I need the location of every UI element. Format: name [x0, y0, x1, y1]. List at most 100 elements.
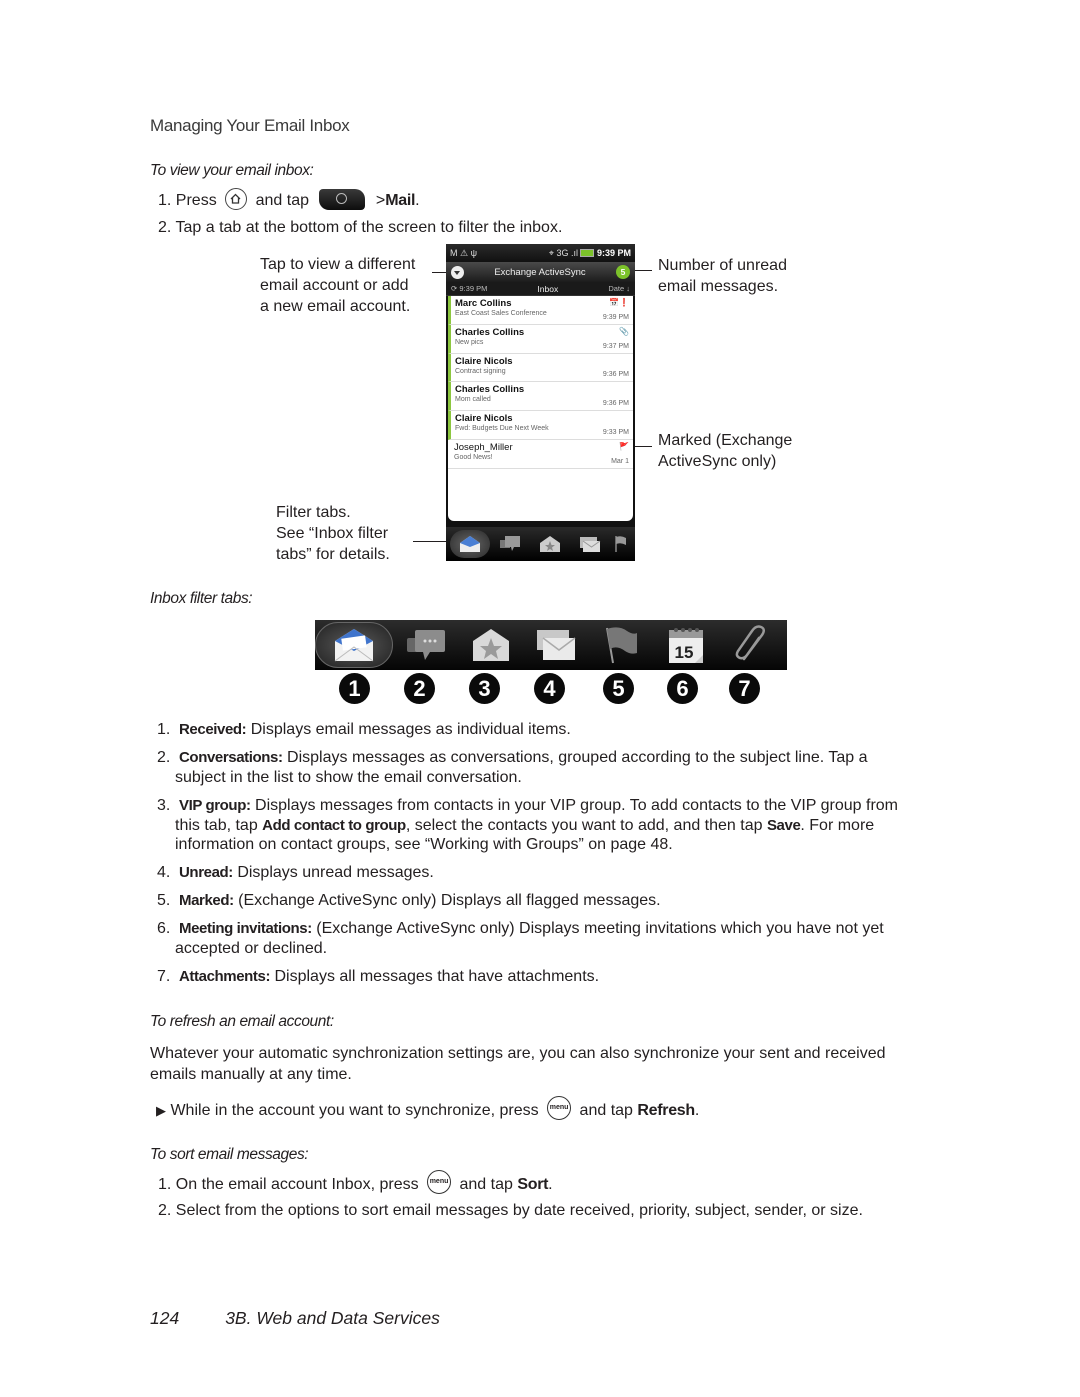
tab-number-badge: 2	[404, 673, 435, 704]
message-row[interactable]: Charles Collins New pics 📎 9:37 PM	[448, 324, 633, 354]
phone-tab-vip[interactable]	[530, 530, 570, 558]
item-number: 5.	[157, 892, 171, 909]
message-time: 9:33 PM	[602, 428, 629, 436]
status-notification-icons: M ⚠ ψ	[450, 247, 477, 258]
tab-meeting-invitations[interactable]: 15	[654, 622, 718, 668]
page-footer: 124 3B. Web and Data Services	[150, 1308, 440, 1329]
tab-received[interactable]	[315, 622, 393, 668]
status-time: 9:39 PM	[596, 247, 631, 258]
step-target: Mail	[385, 192, 416, 210]
filter-description-6: 6. Meeting invitations: (Exchange ActiveS…	[157, 919, 947, 958]
page-number: 124	[150, 1308, 180, 1328]
step-1: 1. Press and tap >Mail.	[158, 188, 420, 212]
message-sender: Joseph_Miller	[454, 441, 513, 453]
meeting-priority-icon: 📅❗	[609, 298, 629, 307]
item-label: Meeting invitations:	[179, 920, 312, 937]
item-number: 4.	[157, 864, 171, 881]
message-list: Marc Collins East Coast Sales Conference…	[448, 296, 633, 521]
item-text: (Exchange ActiveSync only) Displays all …	[233, 892, 661, 909]
phone-tab-conversations[interactable]	[490, 530, 530, 558]
message-row[interactable]: Joseph_Miller Good News! 🚩 Mar 1	[448, 440, 633, 469]
sync-time: 9:39 PM	[459, 284, 488, 293]
tab-number-badge: 7	[729, 673, 760, 704]
calendar-day: 15	[675, 643, 694, 662]
tab-vip-group[interactable]	[459, 622, 523, 668]
phone-screenshot: M ⚠ ψ ⌖ 3G .ıl 9:39 PM Exchange ActiveSy…	[446, 244, 635, 561]
tab-unread[interactable]	[524, 622, 588, 668]
filter-description-1: 1. Received: Displays email messages as i…	[157, 720, 947, 740]
account-switch-icon[interactable]	[451, 265, 464, 279]
tab-number-badge: 4	[534, 673, 565, 704]
step-text: While in the account you want to synchro…	[170, 1102, 539, 1120]
item-number: 1.	[157, 721, 171, 738]
ui-label: Refresh	[637, 1102, 695, 1120]
callout-line: Tap to view a different	[260, 256, 416, 273]
tab-number-badge: 1	[339, 673, 370, 704]
envelopes-icon	[537, 630, 576, 660]
step-text: Tap a tab at the bottom of the screen to…	[175, 219, 563, 236]
item-text: Displays email messages as individual it…	[246, 721, 571, 738]
tab-attachments[interactable]	[719, 622, 783, 668]
item-text: subject in the list to show the email co…	[175, 768, 522, 786]
phone-tab-unread[interactable]	[570, 530, 610, 558]
message-time: Mar 1	[611, 457, 629, 465]
message-sender: Claire Nicols	[455, 355, 513, 367]
phone-filter-tabs	[446, 527, 635, 561]
callout-unread: Number of unread email messages.	[658, 255, 787, 297]
tab-conversations[interactable]	[394, 622, 458, 668]
sort-order[interactable]: Date ↓	[608, 284, 630, 293]
step-text: On the email account Inbox, press	[175, 1176, 419, 1194]
tab-marked[interactable]	[589, 622, 653, 668]
callout-line: email account or add	[260, 277, 409, 294]
item-text: Displays messages as conversations, grou…	[282, 749, 868, 766]
tab-number-badge: 6	[667, 673, 698, 704]
step-number: 1.	[158, 192, 172, 210]
callout-line: a new email account.	[260, 298, 411, 315]
step-number: 2.	[158, 1202, 172, 1219]
account-bar[interactable]: Exchange ActiveSync 5	[446, 262, 635, 282]
message-row[interactable]: Claire Nicols Contract signing 9:36 PM	[448, 353, 633, 383]
message-sender: Marc Collins	[455, 298, 512, 309]
phone-tab-marked[interactable]	[610, 530, 630, 558]
step-number: 1.	[158, 1176, 172, 1194]
filter-description-4: 4. Unread: Displays unread messages.	[157, 863, 947, 883]
step-text: and tap	[255, 192, 309, 210]
inbox-header: ⟳ 9:39 PM Inbox Date ↓	[446, 282, 635, 296]
item-text: (Exchange ActiveSync only) Displays meet…	[311, 920, 884, 937]
sort-step-2: 2. Select from the options to sort email…	[158, 1201, 863, 1221]
procedure-heading-filter-tabs: Inbox filter tabs:	[150, 590, 253, 607]
calendar-icon: 15	[669, 628, 703, 663]
paragraph-line: emails manually at any time.	[150, 1066, 352, 1083]
procedure-heading-view-inbox: To view your email inbox:	[150, 162, 314, 179]
callout-line: ActiveSync only)	[658, 453, 777, 470]
filter-description-7: 7. Attachments: Displays all messages tha…	[157, 967, 947, 987]
menu-key-icon: menu	[427, 1170, 452, 1194]
callout-marked: Marked (Exchange ActiveSync only)	[658, 430, 792, 472]
folder-name: Inbox	[537, 283, 559, 294]
callout-line: Marked (Exchange	[658, 432, 793, 449]
message-time: 9:39 PM	[602, 313, 629, 321]
message-row[interactable]: Marc Collins East Coast Sales Conference…	[448, 296, 633, 325]
item-number: 3.	[157, 797, 171, 814]
step-text: and tap	[459, 1176, 513, 1194]
message-time: 9:36 PM	[602, 400, 629, 408]
flag-icon: 🚩	[619, 441, 629, 451]
sort-step-1: 1. On the email account Inbox, press men…	[158, 1170, 553, 1197]
step-end: .	[548, 1176, 553, 1194]
flag-icon	[606, 627, 637, 664]
step-number: 2.	[158, 219, 172, 236]
conversation-icon	[500, 536, 520, 551]
item-text: Displays messages from contacts in your …	[250, 797, 898, 814]
star-envelope-icon	[473, 629, 509, 661]
message-row[interactable]: Charles Collins Mom called 9:36 PM	[448, 382, 633, 412]
flag-icon	[615, 536, 626, 552]
envelope-open-icon	[460, 536, 480, 552]
paperclip-icon	[735, 625, 765, 661]
phone-tab-received[interactable]	[450, 530, 490, 558]
ui-label: Save	[766, 816, 801, 834]
all-apps-button-icon	[319, 188, 366, 210]
procedure-heading-refresh: To refresh an email account:	[150, 1013, 334, 1030]
filter-tab-bar: 15	[315, 620, 787, 670]
callout-filter: Filter tabs. See “Inbox filter tabs” for…	[276, 502, 390, 565]
message-row[interactable]: Claire Nicols Fwd: Budgets Due Next Week…	[448, 411, 633, 440]
